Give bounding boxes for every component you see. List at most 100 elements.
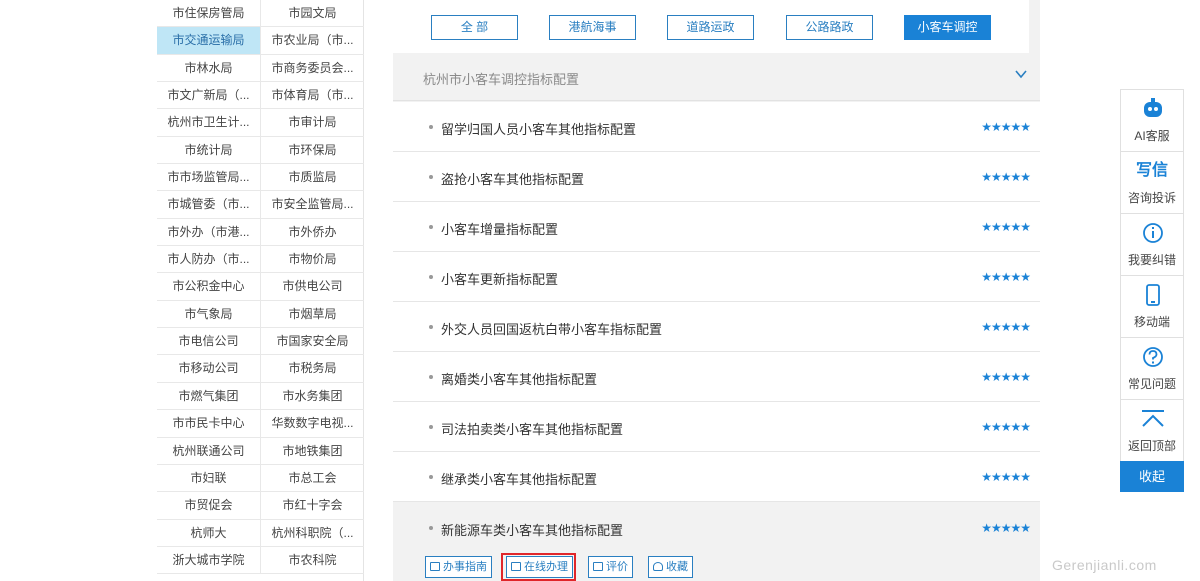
guide-button[interactable]: 办事指南 [425,556,492,578]
department-link[interactable]: 市质监局 [261,164,364,192]
favorite-label: 收藏 [666,561,688,573]
service-title[interactable]: 小客车更新指标配置 [441,269,558,288]
question-icon [1143,347,1163,367]
service-title[interactable]: 继承类小客车其他指标配置 [441,469,597,488]
department-link[interactable]: 市城管委（市... [157,191,261,219]
department-link[interactable]: 市水务集团 [261,383,364,411]
service-title[interactable]: 留学归国人员小客车其他指标配置 [441,119,636,138]
department-link[interactable]: 市外侨办 [261,219,364,247]
department-link[interactable]: 市供电公司 [261,273,364,301]
department-link[interactable]: 市园文局 [261,0,364,28]
service-item[interactable]: 盗抢小客车其他指标配置 ★★★★★ [393,152,1040,202]
department-link[interactable]: 市物价局 [261,246,364,274]
service-item[interactable]: 继承类小客车其他指标配置 ★★★★★ [393,452,1040,502]
service-item[interactable]: 外交人员回国返杭白带小客车指标配置 ★★★★★ [393,302,1040,352]
department-link[interactable]: 市林水局 [157,54,261,83]
filter-bar: 全 部 港航海事 道路运政 公路路政 小客车调控 [393,0,1029,53]
rating-stars: ★★★★★ [981,170,1031,184]
filter-road-transport-button[interactable]: 道路运政 [667,15,754,40]
document-icon [430,562,440,571]
department-link[interactable]: 市人防办（市... [157,246,261,274]
department-link[interactable]: 市住保房管局 [157,0,261,28]
favorite-button[interactable]: 收藏 [648,556,693,578]
department-link[interactable]: 市地铁集团 [261,438,364,465]
department-link[interactable]: 市红十字会 [261,492,364,520]
rating-stars: ★★★★★ [981,370,1031,384]
service-title[interactable]: 离婚类小客车其他指标配置 [441,369,597,388]
department-link-active[interactable]: 市交通运输局 [157,27,261,55]
department-link[interactable]: 浙大城市学院 [157,546,261,575]
department-link[interactable]: 市烟草局 [261,301,364,329]
write-icon: 写信 [1135,162,1168,179]
heart-icon [653,562,663,571]
department-link[interactable]: 华数数字电视... [261,410,364,438]
filter-car-control-button[interactable]: 小客车调控 [904,15,991,40]
department-link[interactable]: 市国家安全局 [261,328,364,356]
service-title[interactable]: 外交人员回国返杭白带小客车指标配置 [441,319,662,338]
mobile-button[interactable]: 移动端 [1120,275,1184,337]
bullet-icon [429,325,433,329]
bullet-icon [429,526,433,530]
service-title[interactable]: 新能源车类小客车其他指标配置 [441,520,623,539]
service-title[interactable]: 小客车增量指标配置 [441,219,558,238]
department-link[interactable]: 市电信公司 [157,328,261,356]
filter-port-button[interactable]: 港航海事 [549,15,636,40]
service-item[interactable]: 留学归国人员小客车其他指标配置 ★★★★★ [393,102,1040,152]
department-link[interactable]: 市市场监管局... [157,164,261,192]
service-title[interactable]: 盗抢小客车其他指标配置 [441,169,584,188]
department-link[interactable]: 市总工会 [261,465,364,493]
evaluate-button[interactable]: 评价 [588,556,633,578]
consult-complaint-button[interactable]: 写信 咨询投诉 [1120,151,1184,213]
ai-service-button[interactable]: AI客服 [1120,89,1184,151]
chevron-down-icon[interactable] [1014,67,1028,81]
service-item[interactable]: 小客车增量指标配置 ★★★★★ [393,202,1040,252]
department-link[interactable]: 市农科院 [261,547,364,575]
faq-button[interactable]: 常见问题 [1120,337,1184,399]
service-list-panel: 全 部 港航海事 道路运政 公路路政 小客车调控 杭州市小客车调控指标配置 留学… [393,0,1040,581]
bullet-icon [429,375,433,379]
bullet-icon [429,475,433,479]
department-link[interactable]: 市统计局 [157,136,261,165]
section-header[interactable]: 杭州市小客车调控指标配置 [393,53,1040,101]
ai-service-label: AI客服 [1134,129,1170,143]
department-link[interactable]: 杭州联通公司 [157,437,261,465]
info-icon [1143,223,1163,243]
service-item[interactable]: 小客车更新指标配置 ★★★★★ [393,252,1040,302]
section-title: 杭州市小客车调控指标配置 [423,72,580,87]
department-link[interactable]: 市移动公司 [157,355,261,383]
department-link[interactable]: 市环保局 [261,137,364,165]
department-link[interactable]: 杭师大 [157,519,261,547]
bullet-icon [429,175,433,179]
department-link[interactable]: 市公积金中心 [157,273,261,301]
department-link[interactable]: 市外办（市港... [157,218,261,247]
department-link[interactable]: 市妇联 [157,464,261,493]
service-item[interactable]: 司法拍卖类小客车其他指标配置 ★★★★★ [393,402,1040,452]
department-link[interactable]: 市体育局（市... [261,82,364,110]
service-title[interactable]: 司法拍卖类小客车其他指标配置 [441,419,623,438]
service-item[interactable]: 离婚类小客车其他指标配置 ★★★★★ [393,352,1040,402]
bullet-icon [429,275,433,279]
department-link[interactable]: 市燃气集团 [157,382,261,411]
back-to-top-button[interactable]: 返回顶部 [1120,399,1184,461]
collapse-button[interactable]: 收起 [1120,461,1184,492]
rating-stars: ★★★★★ [981,270,1031,284]
department-link[interactable]: 市审计局 [261,109,364,137]
department-link[interactable]: 杭州市卫生计... [157,109,261,137]
department-grid: 市住保房管局 市园文局 市交通运输局 市农业局（市... 市林水局 市商务委员会… [157,0,364,581]
back-to-top-icon [1142,410,1164,427]
department-link[interactable]: 市气象局 [157,300,261,329]
department-link[interactable]: 市商务委员会... [261,55,364,83]
rating-stars: ★★★★★ [981,420,1031,434]
filter-all-button[interactable]: 全 部 [431,15,518,40]
department-link[interactable]: 市市民卡中心 [157,410,261,438]
department-link[interactable]: 市文广新局（... [157,82,261,110]
department-link[interactable]: 市贸促会 [157,492,261,520]
department-link[interactable]: 市农业局（市... [261,27,364,55]
bullet-icon [429,225,433,229]
department-link[interactable]: 市税务局 [261,355,364,383]
report-error-button[interactable]: 我要纠错 [1120,213,1184,275]
evaluate-label: 评价 [606,561,628,573]
department-link[interactable]: 杭州科职院（... [261,520,364,547]
department-link[interactable]: 市安全监管局... [261,191,364,219]
filter-highway-button[interactable]: 公路路政 [786,15,873,40]
